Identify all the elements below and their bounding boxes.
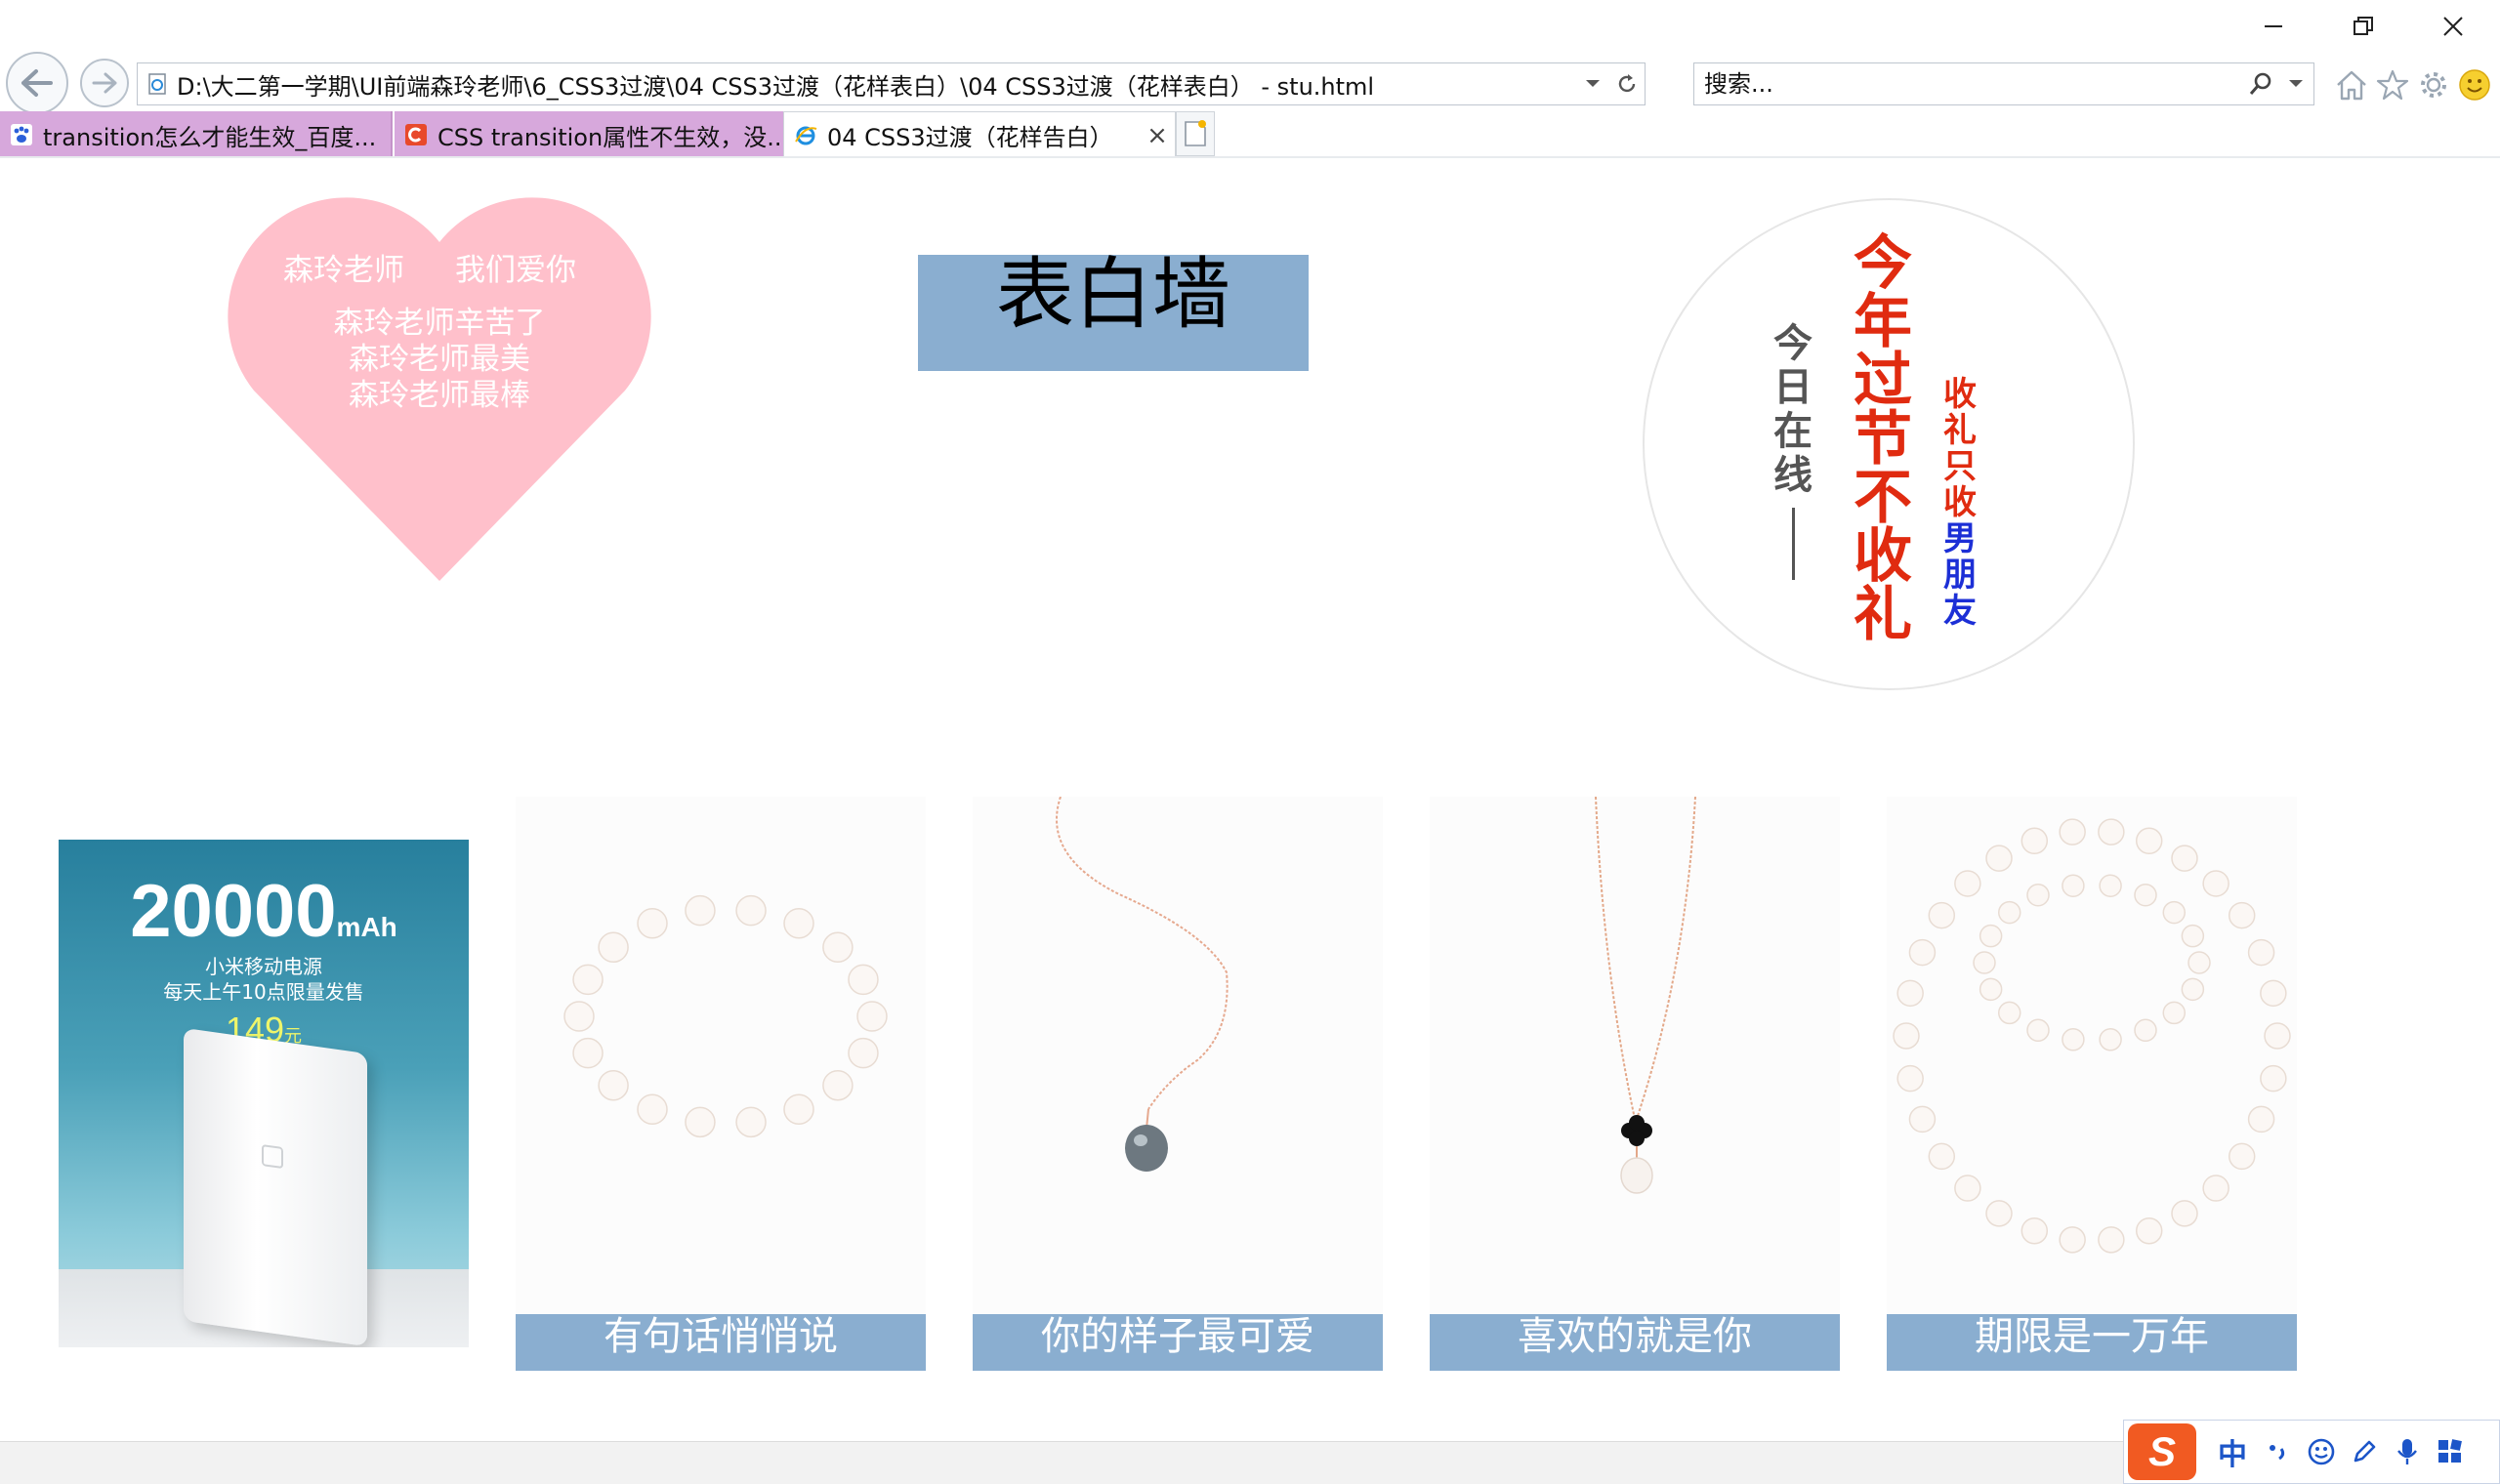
ad-sale-note: 每天上午10点限量发售 bbox=[163, 980, 364, 1004]
jewelry-card-bracelet[interactable]: 有句话悄悄说 bbox=[516, 797, 926, 1371]
smiley-icon bbox=[2459, 69, 2490, 101]
star-icon bbox=[2376, 69, 2409, 101]
tab-label: transition怎么才能生效_百度... bbox=[43, 123, 377, 151]
jewelry-card-strand[interactable]: 期限是一万年 bbox=[1887, 797, 2297, 1371]
ime-punctuation-button[interactable] bbox=[2257, 1427, 2300, 1476]
gear-icon bbox=[2421, 72, 2446, 98]
ime-voice-button[interactable] bbox=[2386, 1427, 2429, 1476]
tab-baidu[interactable]: transition怎么才能生效_百度... bbox=[0, 111, 393, 158]
new-tab-icon bbox=[1185, 120, 1206, 146]
browser-window: D:\大二第一学期\UI前端森玲老师\6_CSS3过渡\04 CSS3过渡（花样… bbox=[0, 0, 2500, 1484]
heart-right-text: 我们爱你 bbox=[455, 253, 576, 287]
refresh-icon bbox=[1618, 74, 1636, 93]
address-text[interactable]: D:\大二第一学期\UI前端森玲老师\6_CSS3过渡\04 CSS3过渡（花样… bbox=[177, 67, 1576, 102]
clover-necklace-picture bbox=[1595, 797, 1696, 1194]
search-input[interactable] bbox=[1694, 64, 2243, 103]
close-icon bbox=[2443, 17, 2463, 36]
restore-icon bbox=[2354, 17, 2373, 35]
tab-label: CSS transition属性不生效，没... bbox=[438, 123, 783, 151]
heart-card[interactable]: 森玲老师 我们爱你 森玲老师辛苦了 森玲老师最美 森玲老师最棒 bbox=[225, 195, 654, 586]
card-caption: 期限是一万年 bbox=[1887, 1314, 2297, 1371]
pearl-strand-picture bbox=[1893, 818, 2291, 1254]
arrow-left-icon bbox=[21, 69, 53, 97]
search-dropdown-button[interactable] bbox=[2278, 63, 2313, 104]
minimize-icon bbox=[2265, 25, 2282, 27]
search-icon bbox=[2249, 72, 2271, 95]
ad-capacity-unit: mAh bbox=[336, 912, 397, 942]
baidu-paw-icon bbox=[0, 111, 43, 158]
home-icon bbox=[2337, 70, 2366, 101]
wall-title: 表白墙 bbox=[996, 253, 1230, 339]
ime-handwrite-button[interactable] bbox=[2343, 1427, 2386, 1476]
favorites-button[interactable] bbox=[2373, 65, 2412, 104]
new-tab-button[interactable] bbox=[1176, 111, 1215, 156]
close-button[interactable] bbox=[2408, 0, 2498, 53]
pen-icon bbox=[2354, 1440, 2376, 1463]
settings-button[interactable] bbox=[2414, 65, 2453, 104]
microphone-icon bbox=[2397, 1439, 2417, 1464]
heart-line: 森玲老师最美 bbox=[349, 342, 530, 376]
ime-toolbox-button[interactable] bbox=[2429, 1427, 2472, 1476]
page-ie-icon bbox=[138, 63, 177, 104]
poster-dash bbox=[1791, 508, 1795, 580]
search-box[interactable] bbox=[1693, 62, 2314, 105]
tab-label: 04 CSS3过渡（花样告白） bbox=[827, 124, 1113, 151]
heart-left-text: 森玲老师 bbox=[283, 253, 404, 287]
chevron-down-icon bbox=[2289, 80, 2303, 87]
restore-button[interactable] bbox=[2318, 0, 2408, 53]
poster-small-blue-text: 男朋友 bbox=[1943, 519, 1977, 631]
heart-line: 森玲老师辛苦了 bbox=[333, 306, 546, 340]
pearl-pendant-picture bbox=[1056, 797, 1229, 1172]
grid-icon bbox=[2438, 1439, 2462, 1463]
ime-mode-toggle[interactable]: 中 bbox=[2208, 1430, 2257, 1473]
address-bar[interactable]: D:\大二第一学期\UI前端森玲老师\6_CSS3过渡\04 CSS3过渡（花样… bbox=[137, 62, 1646, 105]
card-caption: 喜欢的就是你 bbox=[1430, 1314, 1840, 1371]
punctuation-icon bbox=[2270, 1445, 2285, 1461]
search-button[interactable] bbox=[2243, 63, 2278, 104]
minimize-button[interactable] bbox=[2229, 0, 2318, 53]
tab-close-button[interactable]: × bbox=[1140, 112, 1175, 158]
jewelry-card-pendant[interactable]: 你的样子最可爱 bbox=[973, 797, 1383, 1371]
card-caption: 有句话悄悄说 bbox=[516, 1314, 926, 1371]
ad-capacity-number: 20000 bbox=[130, 870, 337, 953]
poster-small-column: 收礼只收 男朋友 bbox=[1943, 377, 1977, 630]
jewelry-card-necklace[interactable]: 喜欢的就是你 bbox=[1430, 797, 1840, 1371]
ad-product-name: 小米移动电源 bbox=[205, 955, 322, 978]
emoji-icon bbox=[2308, 1438, 2335, 1465]
mi-logo-icon bbox=[262, 1144, 283, 1170]
power-bank-picture bbox=[184, 1027, 367, 1347]
pearl-bracelet-picture bbox=[563, 894, 888, 1138]
heart-line: 森玲老师最棒 bbox=[349, 378, 530, 412]
address-dropdown-button[interactable] bbox=[1576, 63, 1609, 104]
tab-active-page[interactable]: 04 CSS3过渡（花样告白） × bbox=[783, 111, 1176, 158]
chevron-down-icon bbox=[1586, 80, 1600, 87]
confession-wall-title-box[interactable]: 表白墙 bbox=[918, 255, 1309, 371]
heart-message: 森玲老师辛苦了 森玲老师最美 森玲老师最棒 bbox=[225, 305, 654, 413]
power-bank-ad-image[interactable]: 20000mAh 小米移动电源 每天上午10点限量发售 149元 bbox=[59, 840, 469, 1347]
refresh-button[interactable] bbox=[1609, 63, 1645, 104]
home-button[interactable] bbox=[2332, 65, 2371, 104]
tab-strip-divider bbox=[0, 156, 2500, 158]
ime-toolbar[interactable]: S 中 bbox=[2123, 1420, 2500, 1484]
poster-gray-column: 今日在线 bbox=[1773, 322, 1812, 580]
poster-gray-text: 今日在线 bbox=[1773, 321, 1812, 498]
poster-red-column: 今年过节不收礼 bbox=[1854, 234, 1912, 644]
ime-emoji-button[interactable] bbox=[2300, 1427, 2343, 1476]
poster-red-text: 今年过节不收礼 bbox=[1854, 229, 1912, 649]
forward-button[interactable] bbox=[80, 59, 129, 107]
poster-small-red-text: 收礼只收 bbox=[1943, 375, 1977, 522]
tab-csdn[interactable]: CSS transition属性不生效，没... bbox=[395, 111, 783, 158]
back-button[interactable] bbox=[6, 52, 68, 114]
card-caption: 你的样子最可爱 bbox=[973, 1314, 1383, 1371]
sogou-logo-icon[interactable]: S bbox=[2128, 1423, 2196, 1480]
arrow-right-icon bbox=[92, 72, 117, 94]
feedback-button[interactable] bbox=[2455, 65, 2494, 104]
csdn-c-icon bbox=[395, 111, 438, 158]
ie-logo-icon bbox=[784, 112, 827, 158]
